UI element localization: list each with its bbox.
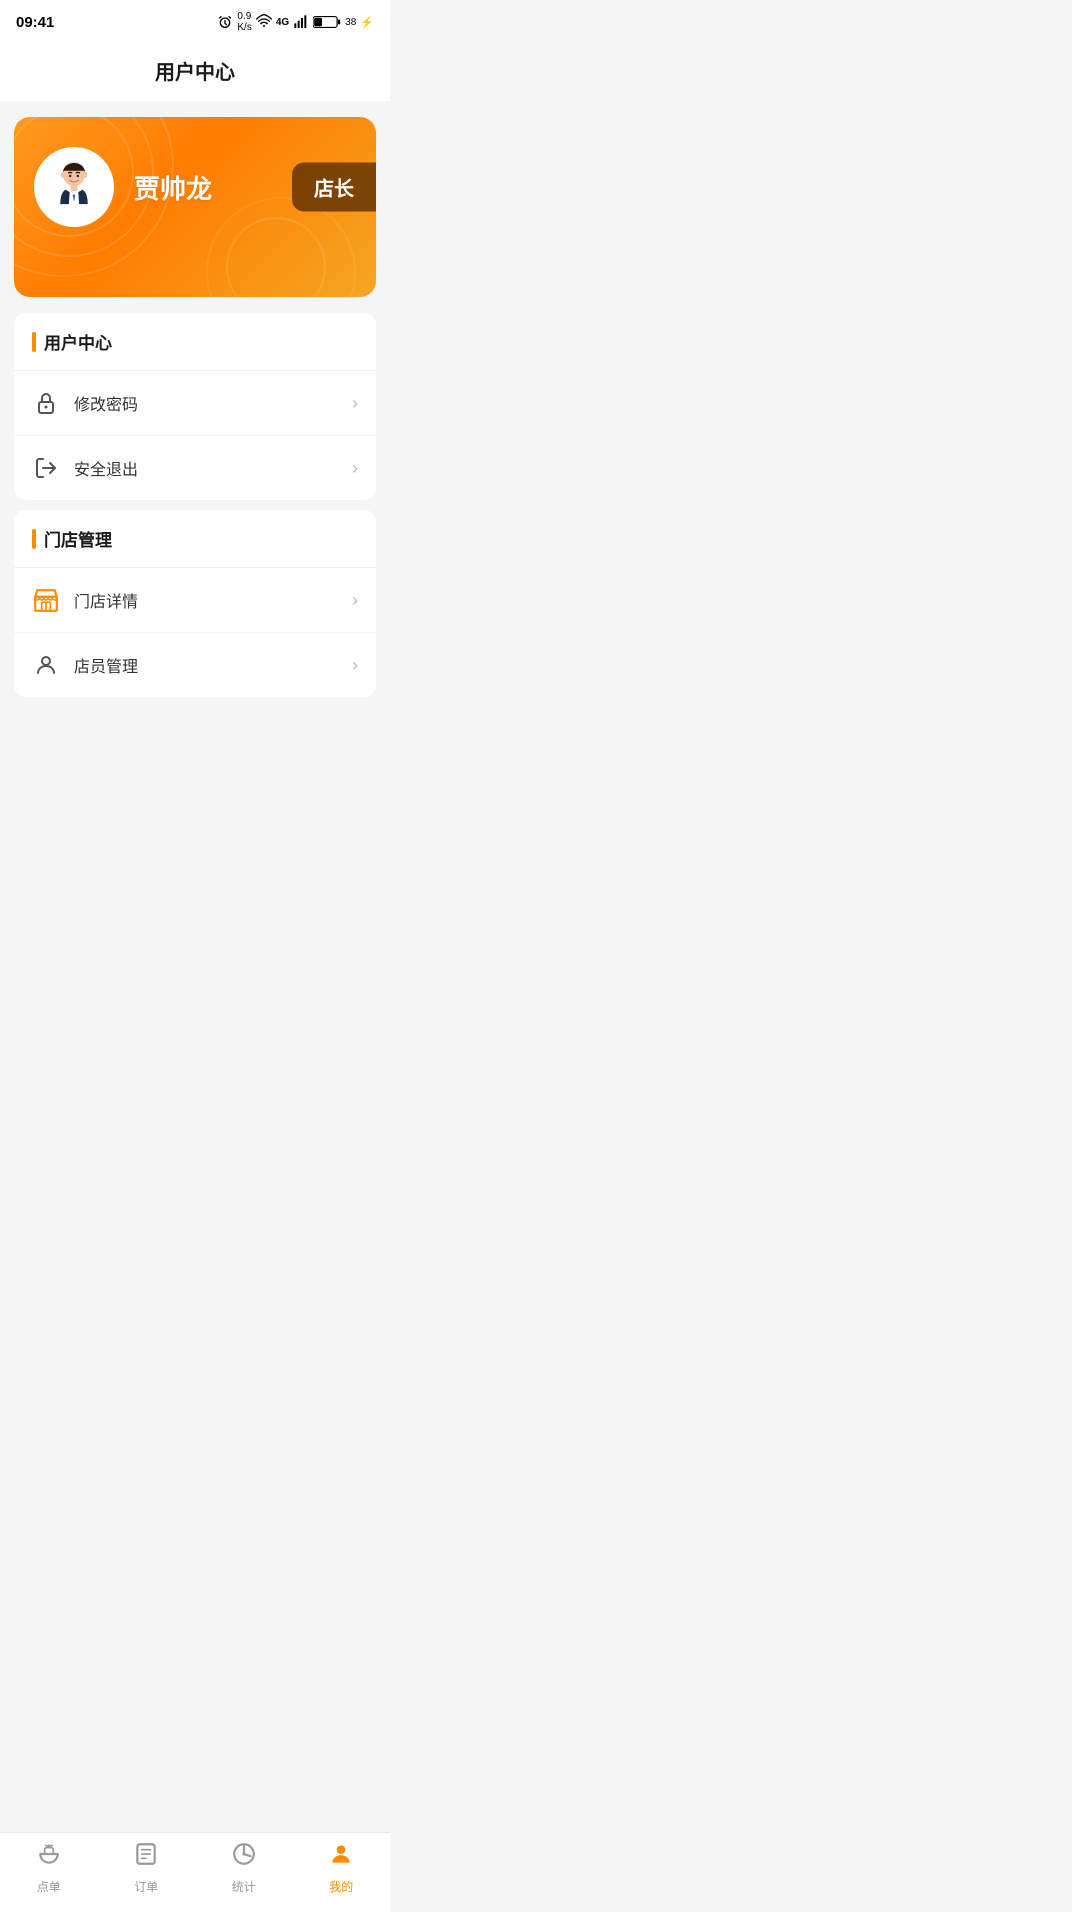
- safe-logout-label: 安全退出: [74, 456, 352, 480]
- charging-icon: ⚡: [360, 16, 374, 29]
- page-header: 用户中心: [0, 44, 390, 101]
- wifi-icon: [256, 14, 272, 30]
- section-title-store: 门店管理: [44, 526, 112, 551]
- status-bar: 09:41 0.9K/s 4G 38 ⚡: [0, 0, 390, 44]
- section-header-store: 门店管理: [14, 510, 376, 568]
- bottom-navigation: 点单 订单 统计: [0, 1832, 390, 1912]
- network-speed: 0.9K/s: [237, 11, 251, 33]
- alarm-icon: [217, 14, 233, 30]
- nav-label-order: 点单: [37, 1878, 61, 1895]
- profile-card: 贾帅龙 店长: [14, 117, 376, 297]
- nav-label-orders: 订单: [134, 1878, 158, 1895]
- status-icons: 0.9K/s 4G 38 ⚡: [217, 11, 374, 33]
- role-badge: 店长: [292, 163, 376, 212]
- section-accent: [32, 332, 36, 352]
- nav-label-stats: 统计: [232, 1878, 256, 1895]
- user-icon: [32, 651, 60, 679]
- menu-item-store-details[interactable]: 门店详情 ›: [14, 568, 376, 633]
- section-title-user: 用户中心: [44, 329, 112, 354]
- staff-management-label: 店员管理: [74, 653, 352, 677]
- menu-item-change-password[interactable]: 修改密码 ›: [14, 371, 376, 436]
- status-time: 09:41: [16, 14, 54, 31]
- profile-card-inner: 贾帅龙 店长: [14, 117, 376, 257]
- arrow-icon: ›: [352, 393, 358, 414]
- signal-bars-icon: [293, 14, 309, 30]
- change-password-label: 修改密码: [74, 391, 352, 415]
- arrow-icon-4: ›: [352, 655, 358, 676]
- user-center-section: 用户中心 修改密码 › 安全退出: [14, 313, 376, 500]
- arrow-icon-2: ›: [352, 458, 358, 479]
- menu-item-safe-logout[interactable]: 安全退出 ›: [14, 436, 376, 500]
- logout-icon: [32, 454, 60, 482]
- lock-icon: [32, 389, 60, 417]
- section-accent-store: [32, 529, 36, 549]
- stats-icon: [231, 1841, 257, 1874]
- nav-item-stats[interactable]: 统计: [195, 1841, 293, 1895]
- battery-icon: [313, 14, 341, 30]
- arrow-icon-3: ›: [352, 590, 358, 611]
- avatar-image: [44, 157, 104, 217]
- store-management-section: 门店管理 门店详情 ›: [14, 510, 376, 697]
- page-title: 用户中心: [155, 62, 235, 84]
- menu-item-staff-management[interactable]: 店员管理 ›: [14, 633, 376, 697]
- signal-4g: 4G: [276, 17, 289, 28]
- mine-icon: [328, 1841, 354, 1874]
- battery-percent: 38: [345, 17, 356, 28]
- nav-item-orders[interactable]: 订单: [98, 1841, 196, 1895]
- avatar: [34, 147, 114, 227]
- user-name: 贾帅龙: [134, 169, 212, 206]
- nav-item-order[interactable]: 点单: [0, 1841, 98, 1895]
- nav-item-mine[interactable]: 我的: [293, 1841, 391, 1895]
- orders-icon: [133, 1841, 159, 1874]
- bowl-icon: [36, 1841, 62, 1874]
- nav-label-mine: 我的: [329, 1878, 353, 1895]
- store-icon: [32, 586, 60, 614]
- store-details-label: 门店详情: [74, 588, 352, 612]
- section-header-user: 用户中心: [14, 313, 376, 371]
- main-content: 贾帅龙 店长 用户中心 修改密码 ›: [0, 117, 390, 797]
